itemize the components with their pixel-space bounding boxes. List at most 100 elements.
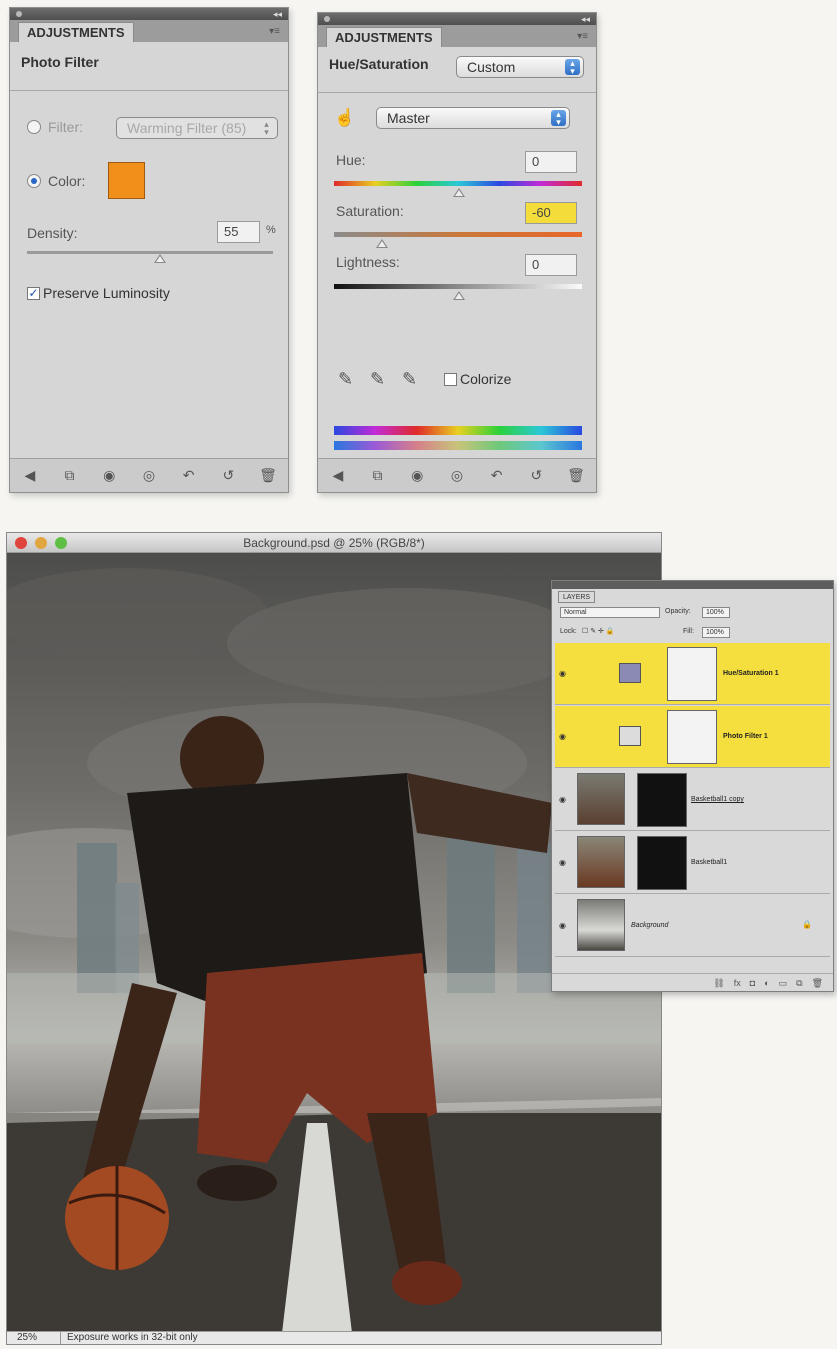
back-arrow-icon[interactable]: ◀	[20, 467, 40, 484]
tab-adjustments[interactable]: ADJUSTMENTS	[326, 27, 442, 47]
chevron-updown-icon: ▴ ▾	[551, 110, 566, 127]
layer-name[interactable]: Basketball1	[691, 859, 727, 866]
layer-row[interactable]: ◉ Hue/Saturation 1	[555, 643, 830, 705]
color-label: Color:	[48, 173, 86, 189]
saturation-input[interactable]: -60	[525, 202, 577, 224]
lightness-input[interactable]: 0	[525, 254, 577, 276]
visibility-eye-icon[interactable]: ◉	[559, 921, 566, 930]
panel-menu-icon[interactable]: ▾≡	[577, 31, 588, 42]
chevron-updown-icon: ▴ ▾	[264, 119, 269, 137]
layer-mask-thumbnail[interactable]	[667, 647, 717, 701]
panel-menu-icon[interactable]: ▾≡	[269, 26, 280, 37]
blend-mode-select[interactable]: Normal	[560, 607, 660, 618]
density-input[interactable]: 55	[217, 221, 260, 243]
panel-title: Photo Filter	[21, 54, 99, 70]
targeted-adjustment-hand-icon[interactable]: ☝	[334, 108, 355, 128]
layer-thumbnail	[577, 773, 625, 825]
saturation-slider-thumb[interactable]	[376, 239, 388, 248]
trash-icon[interactable]: 🗑	[258, 467, 278, 484]
status-message[interactable]: Exposure works in 32-bit only	[67, 1332, 198, 1344]
layer-thumbnail	[577, 899, 625, 951]
clip-layer-icon[interactable]: ◉	[99, 467, 119, 484]
hue-slider-track[interactable]	[334, 181, 582, 186]
clip-layer-icon[interactable]: ◉	[407, 467, 427, 484]
channel-select[interactable]: Master ▴ ▾	[376, 107, 570, 129]
colorize-checkbox[interactable]	[444, 373, 457, 386]
layer-mask-thumbnail[interactable]	[637, 836, 687, 890]
lightness-slider-thumb[interactable]	[453, 291, 465, 300]
trash-icon[interactable]: 🗑	[812, 974, 823, 991]
fill-label: Fill:	[683, 628, 694, 635]
layer-name[interactable]: Basketball1 copy	[691, 796, 744, 803]
saturation-slider-track[interactable]	[334, 232, 582, 237]
layer-style-icon[interactable]: fx	[734, 974, 741, 991]
preserve-luminosity-checkbox[interactable]: ✓	[27, 287, 40, 300]
back-arrow-icon[interactable]: ◀	[328, 467, 348, 484]
preset-select[interactable]: Custom ▴ ▾	[456, 56, 584, 78]
density-unit: %	[266, 224, 276, 236]
layer-thumbnail	[577, 836, 625, 888]
filter-select-value: Warming Filter (85)	[127, 120, 247, 136]
view-previous-icon[interactable]: ↶	[179, 467, 199, 484]
visibility-eye-icon[interactable]: ◉	[559, 669, 566, 678]
preserve-luminosity-label: Preserve Luminosity	[43, 285, 170, 301]
zoom-level[interactable]: 25%	[11, 1332, 61, 1344]
density-slider-thumb[interactable]	[154, 254, 166, 263]
lock-label: Lock:	[560, 628, 577, 635]
density-slider-track[interactable]	[27, 251, 273, 254]
trash-icon[interactable]: 🗑	[566, 467, 586, 484]
visibility-eye-icon[interactable]: ◉	[559, 858, 566, 867]
layer-name[interactable]: Hue/Saturation 1	[723, 670, 779, 677]
panel-footer: ◀ ⧉ ◉ ◎ ↶ ↺ 🗑	[10, 458, 288, 492]
panel-topbar[interactable]: ◂◂	[318, 13, 596, 25]
hue-input[interactable]: 0	[525, 151, 577, 173]
panel-topbar[interactable]	[552, 581, 833, 589]
tab-layers[interactable]: LAYERS	[558, 591, 596, 603]
filter-select[interactable]: Warming Filter (85) ▴ ▾	[116, 117, 278, 139]
lock-icons[interactable]: ☐ ✎ ✛ 🔒	[582, 627, 615, 635]
adjustment-layer-icon	[619, 663, 641, 683]
eyedropper-icon[interactable]: ✎	[338, 369, 353, 390]
saturation-label: Saturation:	[336, 203, 404, 219]
visibility-eye-icon[interactable]: ◎	[139, 467, 159, 484]
color-bar-bottom	[334, 441, 582, 450]
divider	[318, 92, 596, 93]
opacity-input[interactable]: 100%	[702, 607, 730, 618]
new-layer-icon[interactable]: ⧉	[796, 974, 802, 991]
new-group-icon[interactable]: ▭	[779, 974, 788, 991]
visibility-eye-icon[interactable]: ◉	[559, 732, 566, 741]
color-swatch[interactable]	[108, 162, 145, 199]
visibility-eye-icon[interactable]: ◎	[447, 467, 467, 484]
eyedropper-minus-icon[interactable]: ✎	[402, 369, 417, 390]
view-previous-icon[interactable]: ↶	[487, 467, 507, 484]
tab-adjustments[interactable]: ADJUSTMENTS	[18, 22, 134, 42]
expand-view-icon[interactable]: ⧉	[368, 467, 388, 484]
reset-icon[interactable]: ↺	[526, 467, 546, 484]
filter-radio[interactable]	[27, 120, 41, 134]
panel-topbar[interactable]: ◂◂	[10, 8, 288, 20]
channel-select-value: Master	[387, 110, 430, 126]
layer-row[interactable]: ◉ Basketball1	[555, 832, 830, 894]
layer-mask-thumbnail[interactable]	[667, 710, 717, 764]
hue-label: Hue:	[336, 152, 366, 168]
expand-view-icon[interactable]: ⧉	[60, 467, 80, 484]
layer-row[interactable]: ◉ Background 🔒	[555, 895, 830, 957]
document-titlebar[interactable]: Background.psd @ 25% (RGB/8*)	[7, 533, 661, 553]
layer-name[interactable]: Background	[631, 922, 668, 929]
reset-icon[interactable]: ↺	[218, 467, 238, 484]
chevron-updown-icon: ▴ ▾	[565, 59, 580, 76]
eyedropper-plus-icon[interactable]: ✎	[370, 369, 385, 390]
color-radio[interactable]	[27, 174, 41, 188]
layer-mask-thumbnail[interactable]	[637, 773, 687, 827]
add-mask-icon[interactable]: ◘	[750, 974, 755, 991]
new-adjustment-icon[interactable]: ◐	[764, 974, 769, 991]
layer-row[interactable]: ◉ Basketball1 copy	[555, 769, 830, 831]
visibility-eye-icon[interactable]: ◉	[559, 795, 566, 804]
filter-label: Filter:	[48, 119, 83, 135]
lightness-slider-track[interactable]	[334, 284, 582, 289]
fill-input[interactable]: 100%	[702, 627, 730, 638]
layer-row[interactable]: ◉ Photo Filter 1	[555, 706, 830, 768]
layer-name[interactable]: Photo Filter 1	[723, 733, 768, 740]
link-layers-icon[interactable]: ⛓	[713, 974, 724, 991]
hue-slider-thumb[interactable]	[453, 188, 465, 197]
